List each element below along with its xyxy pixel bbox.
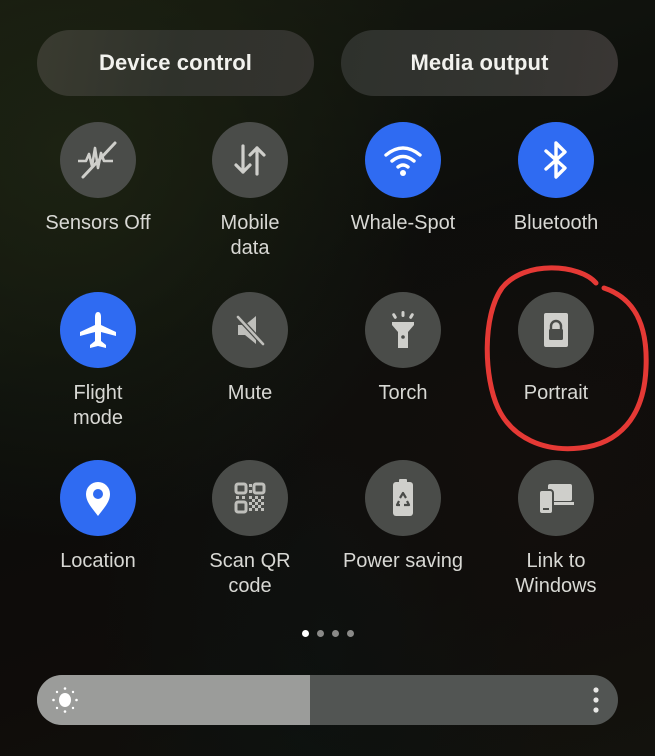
airplane-icon [80,312,116,348]
tile-mobile-data[interactable]: Mobile data [175,122,325,261]
link-to-windows-icon [538,484,574,515]
device-control-label: Device control [98,50,252,75]
tile-sensors-off[interactable]: Sensors Off [23,122,173,236]
tile-label: Sensors Off [45,212,151,234]
media-output-button[interactable]: Media output [341,30,618,96]
media-output-label: Media output [410,50,549,75]
page-indicator [0,630,655,637]
qr-code-icon [234,482,266,514]
tile-torch[interactable]: Torch [328,292,478,406]
tile-label: Scan QR code [209,550,291,597]
torch-toggle[interactable] [365,292,441,368]
tile-mute[interactable]: Mute [175,292,325,406]
portrait-toggle[interactable] [518,292,594,368]
page-dot-2[interactable] [316,630,324,637]
flashlight-icon [392,311,414,348]
tile-bluetooth[interactable]: Bluetooth [481,122,631,236]
rotation-lock-icon [544,313,568,347]
mobile-data-toggle[interactable] [212,122,288,198]
bluetooth-toggle[interactable] [518,122,594,198]
tile-link-to-windows[interactable]: Link to Windows [481,460,631,599]
wifi-toggle[interactable] [365,122,441,198]
flight-mode-toggle[interactable] [60,292,136,368]
link-to-windows-toggle[interactable] [518,460,594,536]
brightness-slider[interactable] [37,675,618,725]
tile-label: Portrait [523,382,589,404]
wifi-icon [384,146,422,176]
tile-location[interactable]: Location [23,460,173,574]
tile-flight-mode[interactable]: Flight mode [23,292,173,431]
tile-label: Flight mode [72,382,124,429]
page-dot-3[interactable] [331,630,339,637]
tile-label: Mute [227,382,273,404]
page-dot-4[interactable] [346,630,354,637]
tile-wifi[interactable]: Whale-Spot [328,122,478,236]
tile-label: Torch [378,382,428,404]
sun-icon [52,687,78,713]
device-control-button[interactable]: Device control [37,30,314,96]
power-saving-toggle[interactable] [365,460,441,536]
mute-icon [236,315,265,346]
location-toggle[interactable] [60,460,136,536]
tile-label: Whale-Spot [350,212,456,234]
sensors-off-toggle[interactable] [60,122,136,198]
tile-label: Location [60,550,136,572]
tile-portrait[interactable]: Portrait [481,292,631,406]
tile-power-saving[interactable]: Power saving [328,460,478,574]
bluetooth-icon [544,141,567,179]
scan-qr-toggle[interactable] [212,460,288,536]
tile-label: Link to Windows [515,550,597,597]
tile-label: Bluetooth [513,212,599,234]
sensors-off-icon [78,141,117,179]
tile-label: Mobile data [220,212,280,259]
mobile-data-icon [234,144,266,176]
page-dot-1[interactable] [301,630,309,637]
mute-toggle[interactable] [212,292,288,368]
tile-scan-qr[interactable]: Scan QR code [175,460,325,599]
more-vertical-icon[interactable] [592,687,600,713]
tile-label: Power saving [342,550,464,572]
power-saving-icon [393,479,413,516]
location-pin-icon [86,482,110,516]
